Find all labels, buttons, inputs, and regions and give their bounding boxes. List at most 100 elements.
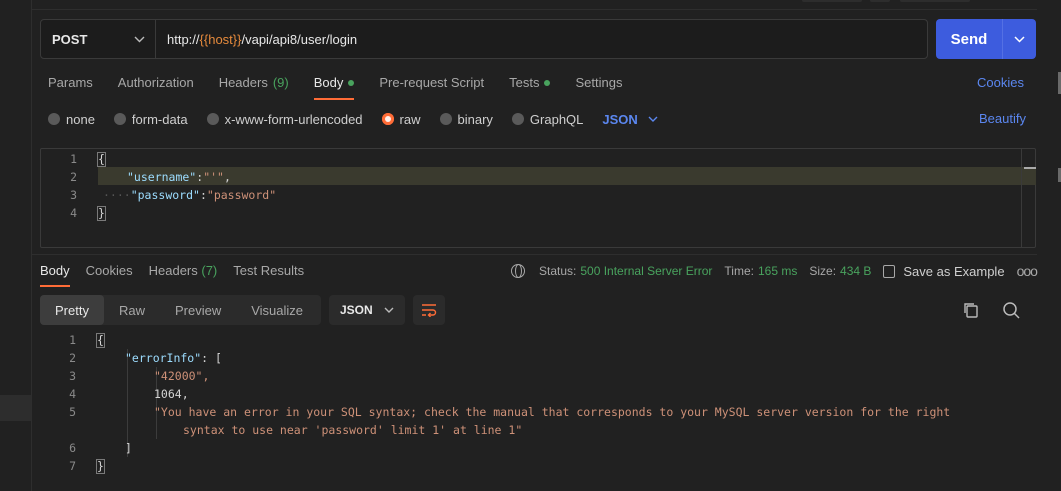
view-preview[interactable]: Preview	[160, 295, 236, 325]
format-label: JSON	[340, 303, 373, 317]
tab-prerequest-script[interactable]: Pre-request Script	[379, 70, 484, 100]
save-as-example-button[interactable]: Save as Example	[883, 264, 1005, 279]
view-visualize[interactable]: Visualize	[236, 295, 318, 325]
globe-icon[interactable]	[511, 264, 525, 278]
code-line: "errorInfo": [	[125, 351, 222, 365]
tab-label: Params	[48, 75, 93, 90]
send-label[interactable]: Send	[936, 19, 1002, 59]
line-number: 4	[69, 387, 76, 401]
body-option-graphql[interactable]: GraphQL	[511, 111, 584, 127]
line-number: 7	[69, 459, 76, 473]
toolbar-button[interactable]	[802, 0, 862, 2]
response-tab-body[interactable]: Body	[40, 263, 70, 287]
chevron-down-icon	[648, 116, 658, 122]
body-option-binary[interactable]: binary	[439, 111, 493, 127]
response-body-viewer[interactable]: 1 2 3 4 5 6 7 { "errorInfo": [ "42000", …	[40, 331, 1036, 481]
response-meta: Status: 500 Internal Server Error Time: …	[511, 263, 1038, 279]
response-tab-headers[interactable]: Headers (7)	[149, 263, 218, 287]
copy-icon[interactable]	[962, 301, 980, 319]
json-value: "'"	[203, 170, 224, 184]
close-bracket: ]	[125, 441, 132, 455]
chevron-down-icon	[1014, 35, 1025, 43]
close-brace: }	[97, 205, 106, 221]
tab-label: Authorization	[117, 75, 194, 90]
open-bracket: [	[215, 351, 222, 365]
option-label: GraphQL	[529, 111, 584, 127]
chevron-down-icon	[384, 307, 394, 313]
body-option-none[interactable]: none	[48, 112, 95, 127]
left-sidebar	[0, 0, 32, 491]
close-brace: }	[96, 458, 105, 474]
pane-divider[interactable]	[32, 254, 1037, 255]
option-label: raw	[399, 111, 421, 127]
code-line: }	[96, 457, 105, 475]
tab-label: Cookies	[85, 263, 133, 278]
time-label: Time:	[724, 264, 754, 278]
top-toolbar-edge	[32, 0, 1037, 10]
url-input[interactable]: http://{{host}}/vapi/api8/user/login	[156, 20, 927, 58]
tab-authorization[interactable]: Authorization	[118, 70, 194, 100]
wrap-lines-button[interactable]	[413, 295, 445, 325]
option-label: binary	[457, 111, 493, 127]
json-value: "password"	[206, 188, 277, 202]
editor-scrollbar[interactable]	[1021, 149, 1036, 247]
response-format-select[interactable]: JSON	[329, 295, 405, 325]
tab-label: Headers	[148, 263, 198, 278]
response-tabs: Body Cookies Headers (7) Test Results	[40, 263, 320, 287]
tab-headers[interactable]: Headers (9)	[219, 70, 289, 100]
code-line: {	[96, 331, 105, 349]
search-icon[interactable]	[1002, 301, 1020, 319]
status-label: Status:	[539, 264, 577, 278]
tab-tests[interactable]: Tests	[509, 70, 551, 100]
view-raw[interactable]: Raw	[104, 295, 160, 325]
body-option-raw[interactable]: raw	[381, 111, 421, 127]
json-key: "errorInfo"	[125, 351, 202, 365]
toolbar-button[interactable]	[900, 0, 970, 2]
json-value: syntax to use near 'password' limit 1' a…	[183, 423, 523, 437]
tab-settings[interactable]: Settings	[575, 70, 622, 100]
line-number: 6	[69, 441, 76, 455]
body-option-form-data[interactable]: form-data	[113, 112, 188, 127]
time-value[interactable]: 165 ms	[758, 264, 797, 278]
request-body-editor[interactable]: 1 2 3 4 { "username": "'", ···· "password"…	[40, 148, 1036, 248]
response-tab-test-results[interactable]: Test Results	[233, 263, 304, 287]
send-button[interactable]: Send	[936, 19, 1036, 59]
line-number: 1	[70, 152, 77, 166]
line-number: 3	[69, 369, 76, 383]
code-line: {	[97, 150, 106, 168]
send-dropdown[interactable]	[1002, 19, 1036, 59]
option-label: none	[66, 111, 95, 127]
wrap-icon	[422, 304, 437, 317]
chevron-down-icon	[134, 36, 145, 42]
status-value[interactable]: 500 Internal Server Error	[580, 264, 712, 278]
body-option-urlencoded[interactable]: x-www-form-urlencoded	[206, 111, 363, 127]
view-pretty[interactable]: Pretty	[40, 295, 104, 325]
size-value[interactable]: 434 B	[840, 264, 871, 278]
line-number: 2	[69, 351, 76, 365]
json-key: "username"	[127, 170, 197, 184]
tab-body[interactable]: Body	[313, 70, 355, 100]
radio-icon	[113, 113, 126, 125]
tab-label: Body	[40, 263, 70, 278]
sidebar-selected-item[interactable]	[0, 395, 31, 421]
body-format-select[interactable]: JSON	[602, 112, 658, 127]
more-options-icon[interactable]: ooo	[1017, 263, 1038, 279]
beautify-link[interactable]: Beautify	[979, 111, 1026, 126]
method-select[interactable]: POST	[41, 20, 156, 58]
code-line: ···· "password": "password"	[103, 188, 277, 202]
cookies-link[interactable]: Cookies	[977, 75, 1024, 90]
response-view-switcher: Pretty Raw Preview Visualize	[40, 295, 321, 325]
code-line: syntax to use near 'password' limit 1' a…	[183, 421, 522, 439]
tab-params[interactable]: Params	[48, 70, 93, 100]
url-prefix: http://	[167, 31, 200, 47]
headers-count: (7)	[201, 263, 218, 278]
response-tab-cookies[interactable]: Cookies	[86, 263, 133, 287]
option-label: x-www-form-urlencoded	[224, 111, 363, 127]
radio-icon	[511, 113, 524, 125]
json-key: "password"	[130, 188, 200, 202]
body-type-options: none form-data x-www-form-urlencoded raw…	[48, 111, 658, 127]
toolbar-button[interactable]	[870, 0, 890, 2]
line-number: 2	[70, 170, 77, 184]
url-variable: {{host}}	[199, 31, 242, 47]
open-brace: {	[97, 151, 106, 167]
